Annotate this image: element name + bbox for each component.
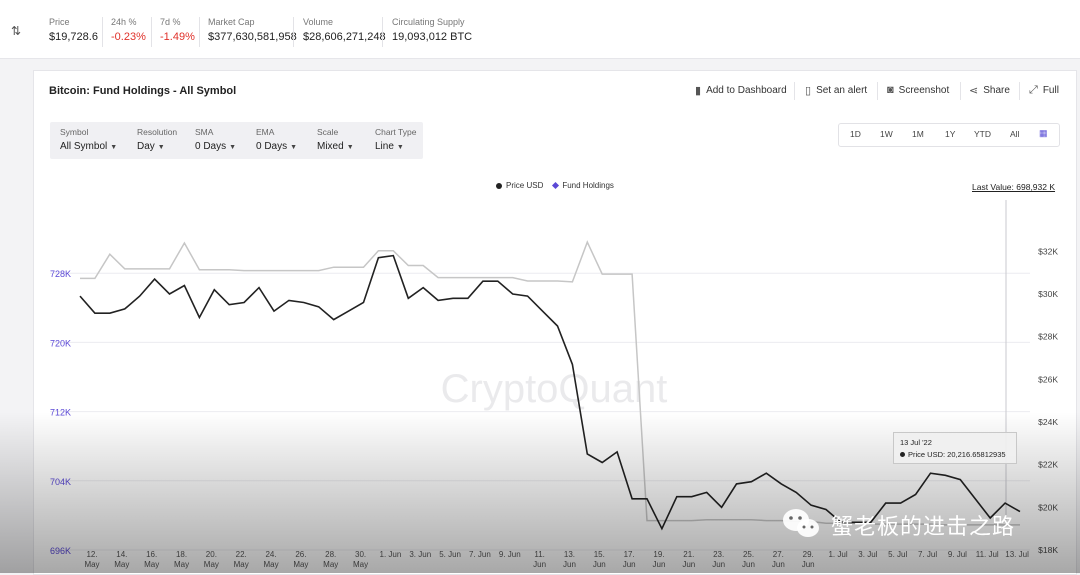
- tooltip-dot: [900, 452, 905, 457]
- y-right-tick-label: $18K: [1038, 545, 1058, 555]
- x-tick-label: 7. Jul: [918, 550, 937, 559]
- chart-tooltip: 13 Jul '22 Price USD: 20,216.65812935: [893, 432, 1017, 464]
- x-tick-label: 21.: [683, 550, 694, 559]
- x-tick-label: May: [323, 560, 338, 569]
- chart-watermark: CryptoQuant: [441, 367, 668, 411]
- x-tick-label: 22.: [236, 550, 247, 559]
- y-right-tick-label: $30K: [1038, 289, 1058, 299]
- x-tick-label: 20.: [206, 550, 217, 559]
- x-tick-label: 11.: [534, 550, 545, 559]
- y-left-tick-label: 696K: [50, 546, 71, 556]
- overlay-watermark-text: 蟹老板的进击之路: [831, 515, 1016, 540]
- x-tick-label: May: [204, 560, 219, 569]
- y-right-tick-label: $28K: [1038, 332, 1058, 342]
- x-tick-label: Jun: [802, 560, 815, 569]
- x-tick-label: Jun: [712, 560, 725, 569]
- x-tick-label: 17.: [624, 550, 635, 559]
- x-tick-label: 25.: [743, 550, 754, 559]
- x-tick-label: 27.: [773, 550, 784, 559]
- x-tick-label: 14.: [116, 550, 127, 559]
- x-tick-label: Jun: [533, 560, 546, 569]
- x-tick-label: May: [353, 560, 368, 569]
- y-left-tick-label: 712K: [50, 408, 71, 418]
- y-right-tick-label: $32K: [1038, 246, 1058, 256]
- x-tick-label: Jun: [682, 560, 695, 569]
- x-tick-label: 13.: [564, 550, 575, 559]
- x-tick-label: May: [84, 560, 99, 569]
- x-tick-label: 24.: [265, 550, 276, 559]
- x-tick-label: 19.: [653, 550, 664, 559]
- chart-svg[interactable]: 728K 720K 712K 704K 696K $32K $30K $28K $26K $24K…: [0, 0, 1080, 573]
- x-tick-label: May: [144, 560, 159, 569]
- y-right-tick-label: $24K: [1038, 417, 1058, 427]
- x-tick-label: 30.: [355, 550, 366, 559]
- x-tick-label: Jun: [742, 560, 755, 569]
- x-tick-label: 28.: [325, 550, 336, 559]
- y-right-tick-label: $22K: [1038, 460, 1058, 470]
- x-tick-label: 5. Jul: [888, 550, 907, 559]
- x-tick-label: May: [234, 560, 249, 569]
- x-tick-label: May: [293, 560, 308, 569]
- x-tick-label: 11. Jul: [976, 550, 999, 559]
- x-tick-label: Jun: [593, 560, 606, 569]
- x-tick-label: 5. Jun: [439, 550, 461, 559]
- x-tick-label: 9. Jun: [499, 550, 521, 559]
- x-tick-label: 16.: [146, 550, 157, 559]
- x-tick-label: 18.: [176, 550, 187, 559]
- x-tick-label: 13. Jul: [1005, 550, 1029, 559]
- x-tick-label: 12.: [86, 550, 97, 559]
- x-tick-label: 15.: [594, 550, 605, 559]
- x-tick-label: 3. Jun: [409, 550, 431, 559]
- y-left-tick-label: 720K: [50, 338, 71, 348]
- wechat-icon: [783, 509, 819, 537]
- x-tick-label: May: [114, 560, 129, 569]
- x-tick-label: 9. Jul: [948, 550, 967, 559]
- x-tick-label: Jun: [772, 560, 785, 569]
- x-tick-label: Jun: [653, 560, 666, 569]
- x-tick-label: 1. Jun: [380, 550, 402, 559]
- x-tick-label: Jun: [623, 560, 636, 569]
- x-tick-label: 29.: [803, 550, 814, 559]
- x-tick-label: May: [263, 560, 278, 569]
- x-tick-label: Jun: [563, 560, 576, 569]
- x-tick-label: 3. Jul: [858, 550, 877, 559]
- x-tick-label: 7. Jun: [469, 550, 491, 559]
- tooltip-price-text: Price USD: 20,216.65812935: [908, 450, 1006, 459]
- x-tick-label: 23.: [713, 550, 724, 559]
- y-left-tick-label: 704K: [50, 477, 71, 487]
- tooltip-price: Price USD: 20,216.65812935: [900, 450, 1006, 459]
- x-tick-label: 26.: [295, 550, 306, 559]
- tooltip-date: 13 Jul '22: [900, 438, 932, 447]
- x-tick-label: May: [174, 560, 189, 569]
- y-left-tick-label: 728K: [50, 269, 71, 279]
- x-tick-label: 1. Jul: [828, 550, 847, 559]
- y-right-tick-label: $26K: [1038, 374, 1058, 384]
- y-right-tick-label: $20K: [1038, 502, 1058, 512]
